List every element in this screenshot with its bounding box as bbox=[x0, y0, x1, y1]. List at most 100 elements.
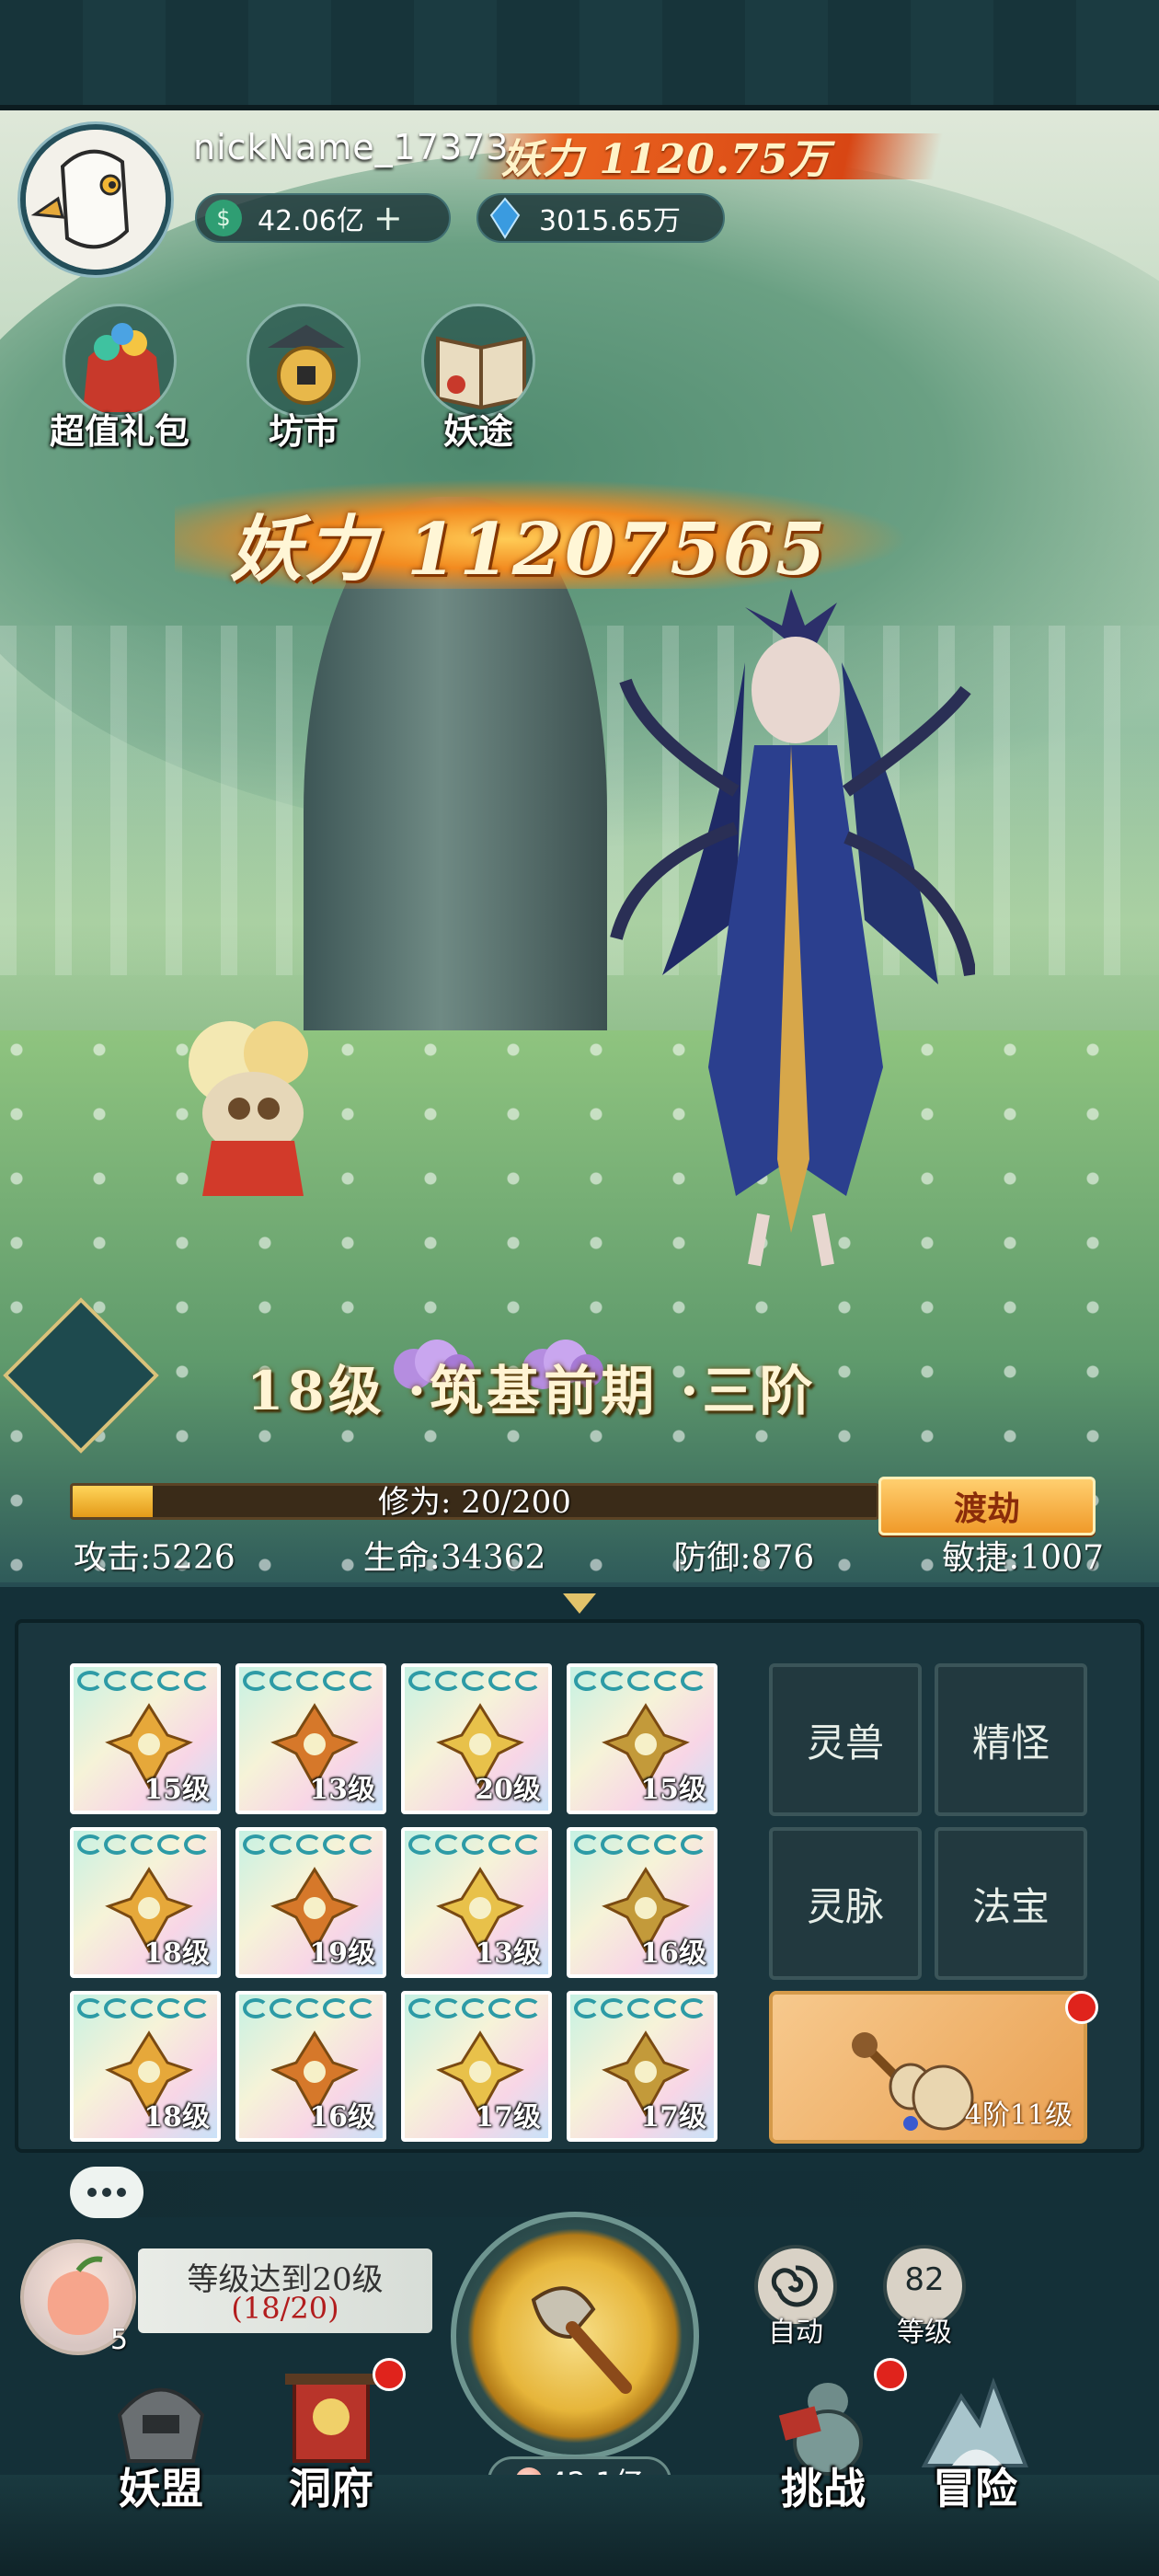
equipment-slot[interactable]: 17级 bbox=[401, 1991, 552, 2142]
stats-row: 攻击:5226 生命:34362 防御:876 敏捷:1007 bbox=[74, 1531, 1104, 1577]
equipment-slot[interactable]: 16级 bbox=[235, 1991, 386, 2142]
equipment-slot[interactable]: 19级 bbox=[235, 1827, 386, 1978]
equipment-level: 16级 bbox=[309, 2101, 375, 2133]
star-ring-icon bbox=[515, 1834, 541, 1855]
jade-currency[interactable]: $ 42.06亿 + bbox=[195, 193, 451, 243]
chat-bubble-icon[interactable] bbox=[70, 2167, 143, 2218]
star-ring-icon bbox=[270, 1998, 295, 2018]
tribulation-button[interactable]: 渡劫 bbox=[878, 1477, 1096, 1535]
equipment-level: 18级 bbox=[143, 1938, 210, 1970]
chat-strip[interactable] bbox=[138, 2171, 1104, 2217]
star-ring-icon bbox=[184, 1998, 210, 2018]
treasure-card[interactable]: 4阶11级 bbox=[769, 1991, 1087, 2144]
equipment-slot[interactable]: 20级 bbox=[401, 1663, 552, 1814]
star-ring-icon bbox=[654, 1671, 680, 1691]
star-ring-icon bbox=[574, 1998, 600, 2018]
equipment-level: 17级 bbox=[475, 2101, 541, 2133]
equipment-slot[interactable]: 16级 bbox=[567, 1827, 717, 1978]
book-icon bbox=[421, 304, 535, 418]
star-ring-icon bbox=[408, 1671, 434, 1691]
star-ring-icon bbox=[462, 1998, 488, 2018]
add-jade-icon[interactable]: + bbox=[373, 198, 403, 238]
equipment-slot[interactable]: 15级 bbox=[567, 1663, 717, 1814]
equipment-level: 13级 bbox=[309, 1774, 375, 1806]
star-ring-icon bbox=[435, 1998, 461, 2018]
star-rating bbox=[77, 1998, 213, 2020]
star-ring-icon bbox=[462, 1671, 488, 1691]
star-rating bbox=[408, 1671, 545, 1693]
spider-demon-character bbox=[610, 589, 975, 1267]
player-avatar[interactable] bbox=[20, 124, 171, 275]
swirl-icon bbox=[771, 2265, 818, 2307]
collapse-arrow-icon[interactable] bbox=[563, 1593, 596, 1614]
star-ring-icon bbox=[435, 1671, 461, 1691]
equipment-slot[interactable]: 15级 bbox=[70, 1663, 221, 1814]
equipment-level: 19级 bbox=[309, 1938, 375, 1970]
star-ring-icon bbox=[157, 1998, 183, 2018]
feature-gift-pack[interactable]: 超值礼包 bbox=[37, 304, 202, 452]
equipment-slot[interactable]: 13级 bbox=[401, 1827, 552, 1978]
auto-button[interactable]: 自动 bbox=[754, 2245, 837, 2349]
star-ring-icon bbox=[270, 1671, 295, 1691]
task-box[interactable]: 等级达到20级 (18/20) bbox=[138, 2248, 432, 2333]
star-ring-icon bbox=[350, 1998, 375, 2018]
realm-level-text: 18级 ·筑基前期 ·三阶 bbox=[247, 1360, 817, 1422]
star-ring-icon bbox=[184, 1834, 210, 1855]
power-banner-value: 妖力 1120.75万 bbox=[501, 136, 831, 183]
nav-alliance-label: 妖盟 bbox=[119, 2464, 203, 2513]
agility-stat: 敏捷:1007 bbox=[942, 1539, 1104, 1577]
goblin-button[interactable]: 精怪 bbox=[935, 1663, 1087, 1816]
star-ring-icon bbox=[462, 1834, 488, 1855]
level-label: 等级 bbox=[897, 2317, 952, 2349]
task-progress: (18/20) bbox=[231, 2291, 339, 2326]
equipment-level: 16级 bbox=[640, 1938, 706, 1970]
svg-text:$: $ bbox=[216, 205, 230, 231]
equipment-level: 17级 bbox=[640, 2101, 706, 2133]
star-ring-icon bbox=[488, 1998, 514, 2018]
star-ring-icon bbox=[350, 1834, 375, 1855]
star-ring-icon bbox=[131, 1998, 156, 2018]
nav-adventure[interactable]: 冒险 bbox=[897, 2360, 1053, 2516]
spirit-vein-button[interactable]: 灵脉 bbox=[769, 1827, 922, 1980]
star-ring-icon bbox=[243, 1834, 269, 1855]
star-ring-icon bbox=[627, 1671, 653, 1691]
jade-amount: 42.06亿 bbox=[258, 205, 364, 237]
equipment-slot[interactable]: 13级 bbox=[235, 1663, 386, 1814]
star-ring-icon bbox=[515, 1998, 541, 2018]
level-button[interactable]: 82 等级 bbox=[883, 2245, 966, 2349]
star-rating bbox=[574, 1998, 710, 2020]
star-ring-icon bbox=[681, 1834, 706, 1855]
nav-adventure-label: 冒险 bbox=[933, 2464, 1017, 2513]
star-rating bbox=[574, 1671, 710, 1693]
star-ring-icon bbox=[654, 1998, 680, 2018]
jade-coin-icon: $ bbox=[205, 200, 242, 236]
nav-alliance[interactable]: 妖盟 bbox=[83, 2360, 239, 2516]
star-ring-icon bbox=[243, 1671, 269, 1691]
star-ring-icon bbox=[131, 1834, 156, 1855]
feature-journey[interactable]: 妖途 bbox=[396, 304, 561, 452]
magic-treasure-button[interactable]: 法宝 bbox=[935, 1827, 1087, 1980]
star-rating bbox=[243, 1998, 379, 2020]
star-rating bbox=[243, 1834, 379, 1857]
auto-label: 自动 bbox=[768, 2317, 823, 2349]
cultivation-progress-bar: 修为: 20/200 bbox=[70, 1483, 879, 1520]
star-ring-icon bbox=[601, 1834, 626, 1855]
player-nickname: nickName_17373 bbox=[193, 127, 510, 167]
feature-market[interactable]: 坊市 bbox=[221, 304, 386, 452]
star-ring-icon bbox=[654, 1834, 680, 1855]
star-ring-icon bbox=[574, 1834, 600, 1855]
star-ring-icon bbox=[323, 1671, 349, 1691]
feature-label: 坊市 bbox=[268, 410, 339, 452]
star-ring-icon bbox=[515, 1671, 541, 1691]
equipment-slot[interactable]: 18级 bbox=[70, 1991, 221, 2142]
spirit-beast-button[interactable]: 灵兽 bbox=[769, 1663, 922, 1816]
crystal-currency[interactable]: 3015.65万 bbox=[476, 193, 725, 243]
power-big-value: 妖力 11207565 bbox=[230, 508, 829, 592]
equipment-slot[interactable]: 17级 bbox=[567, 1991, 717, 2142]
star-ring-icon bbox=[157, 1671, 183, 1691]
feature-label: 妖途 bbox=[442, 410, 513, 452]
equipment-slot[interactable]: 18级 bbox=[70, 1827, 221, 1978]
axe-icon[interactable] bbox=[515, 2272, 644, 2401]
feature-label: 超值礼包 bbox=[49, 410, 189, 452]
equipment-level: 13级 bbox=[475, 1938, 541, 1970]
